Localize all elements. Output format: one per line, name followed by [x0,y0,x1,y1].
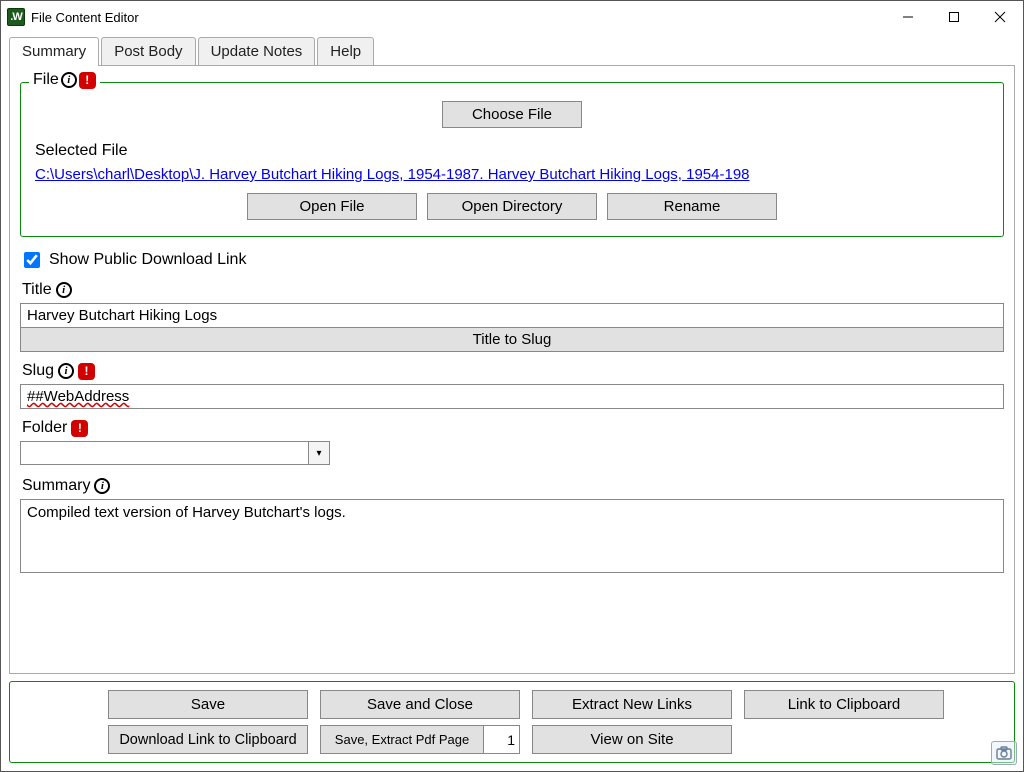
close-button[interactable] [977,2,1023,32]
file-legend: File i ! [29,71,100,89]
camera-icon [996,746,1012,760]
link-to-clipboard-button[interactable]: Link to Clipboard [744,690,944,719]
summary-label: Summary [22,477,90,495]
close-icon [994,11,1006,23]
maximize-button[interactable] [931,2,977,32]
app-icon: .W [7,8,25,26]
tab-post-body[interactable]: Post Body [101,37,195,66]
file-legend-text: File [33,71,59,89]
selected-file-path[interactable]: C:\Users\charl\Desktop\J. Harvey Butchar… [35,166,993,183]
open-directory-button[interactable]: Open Directory [427,193,597,220]
view-on-site-button[interactable]: View on Site [532,725,732,754]
folder-label-row: Folder ! [22,419,1004,437]
folder-dropdown-button[interactable]: ▾ [308,441,330,465]
download-link-to-clipboard-button[interactable]: Download Link to Clipboard [108,725,308,754]
maximize-icon [948,11,960,23]
pdf-page-input[interactable] [483,726,519,753]
folder-input[interactable] [20,441,308,465]
selected-file-label: Selected File [35,142,993,160]
info-icon[interactable]: i [56,282,72,298]
choose-file-button[interactable]: Choose File [442,101,582,128]
warning-icon: ! [71,420,88,437]
info-icon[interactable]: i [94,478,110,494]
tabstrip: Summary Post Body Update Notes Help [1,33,1023,66]
save-extract-pdf-group[interactable]: Save, Extract Pdf Page [320,725,520,754]
summary-textarea[interactable] [20,499,1004,573]
extract-new-links-button[interactable]: Extract New Links [532,690,732,719]
title-to-slug-button[interactable]: Title to Slug [20,327,1004,352]
slug-value: ##WebAddress [27,388,129,405]
title-label: Title [22,281,52,299]
tab-update-notes[interactable]: Update Notes [198,37,316,66]
window-controls [885,2,1023,32]
chevron-down-icon: ▾ [316,448,321,459]
tab-content: File i ! Choose File Selected File C:\Us… [9,65,1015,674]
tab-help[interactable]: Help [317,37,374,66]
slug-label-row: Slug i ! [22,362,1004,380]
window: .W File Content Editor Summary Post Body… [0,0,1024,772]
title-label-row: Title i [22,281,1004,299]
slug-input[interactable]: ##WebAddress [20,384,1004,409]
content-scroll[interactable]: File i ! Choose File Selected File C:\Us… [10,66,1014,673]
titlebar: .W File Content Editor [1,1,1023,33]
file-group: File i ! Choose File Selected File C:\Us… [20,82,1004,237]
warning-icon: ! [79,72,96,89]
footer: Save Save and Close Extract New Links Li… [9,681,1015,763]
summary-label-row: Summary i [22,477,1004,495]
title-input[interactable] [20,303,1004,328]
folder-label: Folder [22,419,67,437]
open-file-button[interactable]: Open File [247,193,417,220]
tab-summary[interactable]: Summary [9,37,99,66]
screenshot-overlay[interactable] [991,741,1017,765]
minimize-button[interactable] [885,2,931,32]
slug-label: Slug [22,362,54,380]
save-extract-pdf-label: Save, Extract Pdf Page [321,726,483,753]
window-title: File Content Editor [31,10,139,25]
info-icon[interactable]: i [61,72,77,88]
folder-combo[interactable]: ▾ [20,441,330,465]
rename-button[interactable]: Rename [607,193,777,220]
save-and-close-button[interactable]: Save and Close [320,690,520,719]
show-public-label: Show Public Download Link [49,251,246,269]
show-public-row: Show Public Download Link [20,249,1004,271]
minimize-icon [902,11,914,23]
warning-icon: ! [78,363,95,380]
show-public-checkbox[interactable] [24,252,40,268]
info-icon[interactable]: i [58,363,74,379]
save-button[interactable]: Save [108,690,308,719]
